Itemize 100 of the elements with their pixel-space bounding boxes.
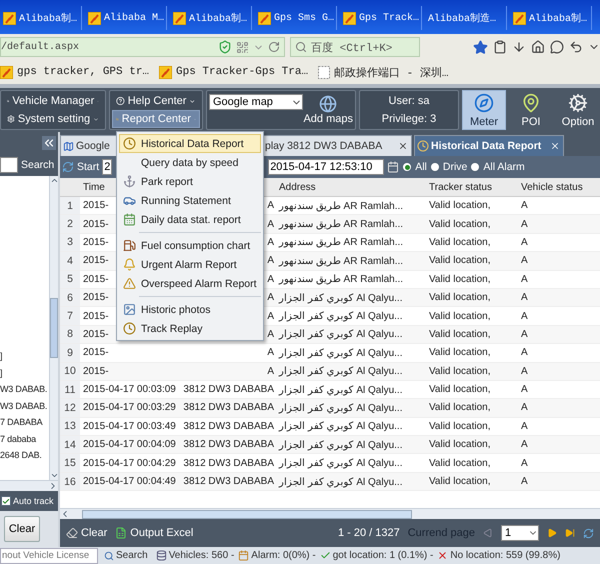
menu-item[interactable]: Overspeed Alarm Report	[119, 274, 261, 293]
search-field[interactable]: 百度 <Ctrl+K>	[290, 37, 420, 57]
bookmark-link[interactable]: 邮政操作端口 - 深圳…	[334, 64, 448, 80]
table-cell: Valid location,	[429, 384, 491, 396]
table-cell: A	[521, 458, 528, 469]
table-cell: طريق سندنهور AR Ramlah...	[279, 200, 404, 212]
clear-button[interactable]: Clear	[66, 527, 108, 539]
table-cell: 2015-	[83, 200, 109, 212]
map-select[interactable]: Google map	[209, 94, 304, 110]
menu-button[interactable]: Vehicle Manager	[3, 92, 103, 110]
table-cell: Valid location,	[429, 366, 491, 377]
vehicle-list-item[interactable]: W3 DABAB.	[0, 384, 48, 394]
tool-button[interactable]: Meter	[462, 90, 506, 130]
menu-item[interactable]: Fuel consumption chart	[119, 236, 261, 255]
warning-icon	[122, 277, 136, 290]
column-header[interactable]: Time	[83, 182, 105, 192]
table-cell: A	[521, 328, 528, 340]
row-number: 7	[60, 307, 80, 325]
table-cell: 2015-04-17 00:04:29	[83, 458, 176, 469]
search-button[interactable]: Search	[21, 159, 54, 171]
auto-track-checkbox[interactable]: Auto track	[0, 491, 58, 511]
vehicle-list-item[interactable]: W3 DABAB.	[0, 400, 48, 411]
browser-tab[interactable]: Alibaba制…	[170, 6, 252, 30]
browser-tab[interactable]: Gps Sms G…	[255, 6, 337, 30]
add-maps-button[interactable]: Add maps	[303, 95, 353, 125]
table-cell: A	[521, 236, 528, 248]
column-header[interactable]: Tracker status	[429, 182, 492, 192]
horizontal-scrollbar[interactable]	[0, 480, 58, 491]
settings-icon	[7, 113, 15, 125]
vehicle-list-item[interactable]: 7 DABABA	[0, 417, 42, 428]
table-cell: 3812 DW3 DABABA	[183, 402, 274, 414]
fuel-icon	[122, 239, 136, 252]
menu-button[interactable]: Help Center	[112, 92, 200, 110]
menu-button[interactable]: System setting	[3, 110, 103, 128]
bookmark-star-icon	[473, 40, 488, 54]
table-cell: Valid location,	[429, 328, 491, 340]
bookmark-link[interactable]: gps tracker, GPS tr…	[17, 66, 150, 78]
browser-tab[interactable]: Alibaba制…	[510, 6, 592, 30]
column-header[interactable]: Vehicle status	[521, 182, 583, 192]
compass-icon	[474, 92, 494, 112]
clear-button[interactable]: Clear	[4, 516, 40, 542]
search-icon	[104, 550, 114, 560]
vertical-scrollbar[interactable]	[49, 176, 58, 480]
content-tab[interactable]: Historical Data Report	[414, 135, 564, 156]
filter-radio[interactable]: Drive	[430, 161, 468, 173]
scrollbar-thumb[interactable]	[50, 298, 58, 358]
table-cell: Valid location,	[429, 310, 491, 322]
menu-item[interactable]: Historic photos	[119, 300, 261, 319]
end-date-field[interactable]: 2015-04-17 12:53:10	[268, 159, 384, 175]
vehicle-list-item[interactable]: 7 dababa	[0, 434, 36, 444]
vehicle-list-item[interactable]: 2648 DAB.	[0, 450, 42, 460]
tool-button[interactable]: Option	[556, 90, 600, 130]
browser-tab[interactable]: Alibaba制…	[0, 6, 82, 30]
table-cell: 2015-04-17 00:03:49	[83, 420, 176, 432]
table-cell: 2015-	[83, 255, 109, 266]
close-icon[interactable]	[398, 141, 408, 151]
browser-tab[interactable]: Alibaba M…	[85, 6, 167, 30]
first-page-icon	[483, 528, 493, 538]
bookmark-link[interactable]: Gps Tracker-Gps Tra…	[176, 66, 308, 78]
url-field[interactable]: /default.aspx	[0, 37, 285, 57]
menu-item[interactable]: Park report	[119, 172, 261, 191]
shield-icon	[218, 40, 232, 54]
row-number: 16	[60, 472, 80, 490]
menu-item[interactable]: Query data by speed	[119, 153, 261, 172]
menu-item[interactable]: Daily data stat. report	[119, 210, 261, 229]
filter-radio[interactable]: All	[402, 161, 427, 173]
horizontal-scrollbar[interactable]	[60, 508, 600, 519]
globe-icon	[319, 95, 338, 113]
row-number: 9	[60, 344, 80, 362]
browser-tab[interactable]: Alibaba制造…	[425, 6, 507, 30]
menu-item[interactable]: Historical Data Report	[119, 134, 261, 153]
vehicle-license-field[interactable]: nout Vehicle License	[0, 548, 98, 564]
content-tab[interactable]: play 3812 DW3 DABABA	[262, 135, 412, 156]
row-number: 12	[60, 399, 80, 417]
table-cell: كوبري كفر الجزار Al Qalyu...	[279, 292, 402, 304]
vehicle-search-field[interactable]	[0, 157, 18, 173]
filter-radio[interactable]: All Alarm	[470, 161, 525, 173]
page-field[interactable]: 1	[501, 525, 539, 541]
vehicle-list-item[interactable]: ]	[0, 368, 2, 378]
browser-tab[interactable]: Gps Track…	[340, 6, 422, 30]
menu-button[interactable]: Report Center	[112, 110, 200, 128]
table-cell: Valid location,	[429, 218, 491, 230]
column-header[interactable]: Address	[279, 182, 316, 192]
close-icon[interactable]	[550, 141, 560, 151]
start-date-field[interactable]: 2	[102, 159, 112, 175]
search-button[interactable]: Search	[102, 550, 152, 561]
table-cell: Valid location,	[429, 255, 491, 266]
menu-item[interactable]: Track Replay	[119, 319, 261, 338]
table-cell: 2015-04-17 00:03:29	[83, 402, 176, 414]
table-cell: كوبري كفر الجزار Al Qalyu...	[279, 346, 402, 359]
scrollbar-thumb[interactable]	[82, 510, 412, 518]
next-page-icon	[547, 528, 557, 538]
table-cell: 2015-	[83, 218, 109, 230]
menu-item[interactable]: Urgent Alarm Report	[119, 255, 261, 274]
export-button[interactable]: Output Excel	[115, 527, 194, 539]
table-cell: A	[521, 384, 528, 396]
site-icon	[173, 12, 186, 24]
vehicle-list-item[interactable]: ]	[0, 351, 2, 362]
tool-button[interactable]: POI	[509, 90, 553, 130]
menu-item[interactable]: Running Statement	[119, 191, 261, 210]
